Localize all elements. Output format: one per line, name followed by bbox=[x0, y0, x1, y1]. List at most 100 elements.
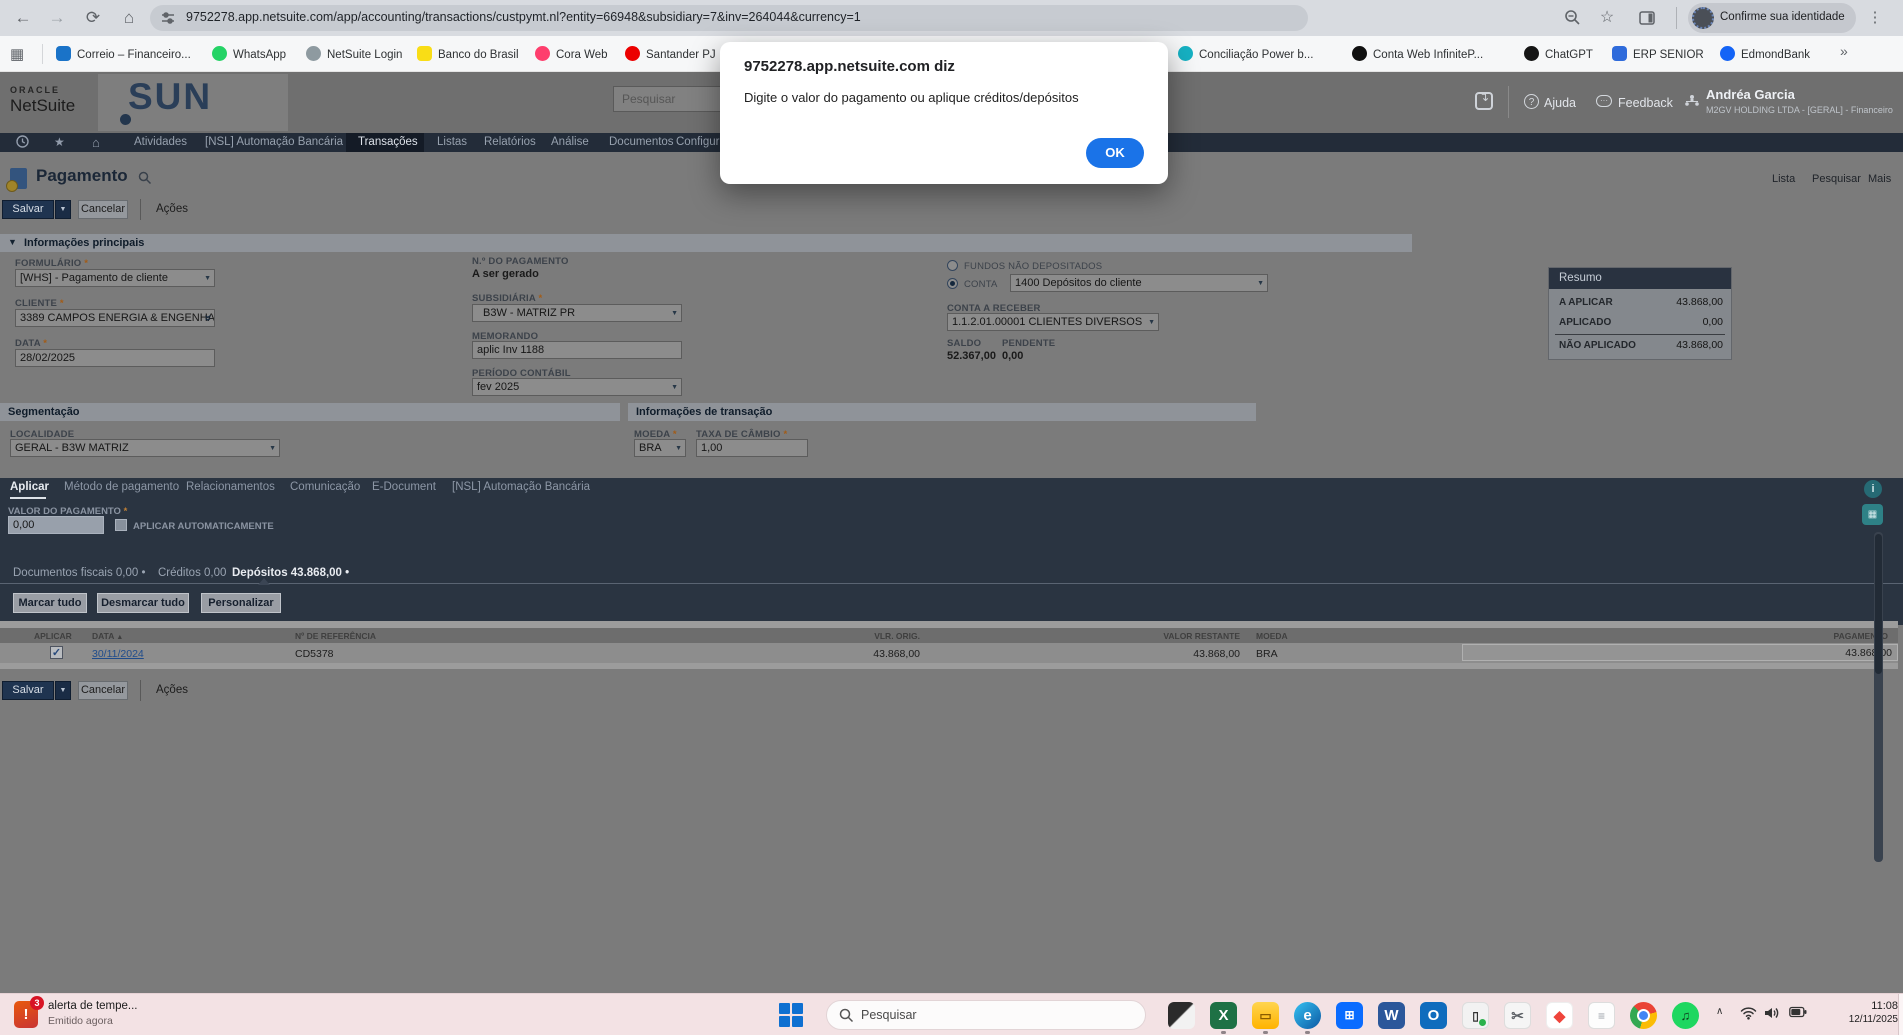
desmarcar-tudo-button[interactable]: Desmarcar tudo bbox=[97, 593, 189, 613]
show-desktop-strip[interactable] bbox=[1898, 994, 1903, 1035]
zoom-icon[interactable] bbox=[1560, 5, 1586, 31]
tray-chevron-icon[interactable]: ∧ bbox=[1716, 1006, 1723, 1017]
feedback-icon[interactable]: ··· bbox=[1596, 95, 1612, 107]
memorando-input[interactable]: aplic Inv 1188 bbox=[472, 341, 682, 359]
start-button[interactable] bbox=[778, 1002, 804, 1028]
ms-store-icon[interactable]: ⊞ bbox=[1336, 1002, 1363, 1029]
address-bar[interactable]: 9752278.app.netsuite.com/app/accounting/… bbox=[150, 5, 1308, 31]
cliente-select[interactable]: 3389 CAMPOS ENERGIA & ENGENHARIA L» bbox=[15, 309, 215, 327]
nav-item-documentos[interactable]: Documentos bbox=[609, 136, 674, 148]
bookmark-santander[interactable]: Santander PJ bbox=[625, 45, 716, 63]
side-panel-icon[interactable] bbox=[1634, 5, 1660, 31]
reload-icon[interactable]: ⟳ bbox=[80, 5, 106, 31]
tab-nsl-automacao-bancaria[interactable]: [NSL] Automação Bancária bbox=[452, 481, 590, 493]
user-name[interactable]: Andréa Garcia bbox=[1706, 87, 1795, 102]
snipping-tool-icon[interactable]: ✂ bbox=[1504, 1002, 1531, 1029]
info-circle-icon[interactable]: i bbox=[1864, 480, 1882, 498]
edge-icon[interactable]: e bbox=[1294, 1002, 1321, 1029]
title-search-icon[interactable] bbox=[138, 171, 152, 185]
nav-item-atividades[interactable]: Atividades bbox=[134, 136, 187, 148]
nav-item-listas[interactable]: Listas bbox=[437, 136, 467, 148]
subtab-documentos-fiscais[interactable]: Documentos fiscais 0,00 • bbox=[13, 567, 146, 579]
valor-pagamento-input[interactable]: 0,00 bbox=[8, 516, 104, 534]
conta-select[interactable]: 1400 Depósitos do cliente▼ bbox=[1010, 274, 1268, 292]
bookmarks-overflow-icon[interactable]: » bbox=[1840, 43, 1848, 59]
page-export-icon[interactable] bbox=[1475, 92, 1493, 110]
cancel-button-bottom[interactable]: Cancelar bbox=[78, 681, 128, 700]
save-button-bottom[interactable]: Salvar bbox=[2, 681, 54, 700]
tab-relacionamentos[interactable]: Relacionamentos bbox=[186, 481, 275, 493]
save-dropdown-icon[interactable]: ▼ bbox=[55, 200, 71, 219]
notification-title[interactable]: alerta de tempe... bbox=[48, 1000, 138, 1012]
col-valor-restante[interactable]: VALOR RESTANTE bbox=[1160, 631, 1240, 641]
bookmark-conciliacao[interactable]: Conciliação Power b... bbox=[1178, 45, 1313, 63]
localidade-select[interactable]: GERAL - B3W MATRIZ▼ bbox=[10, 439, 280, 457]
file-explorer-icon[interactable]: ▭ bbox=[1252, 1002, 1279, 1029]
actions-menu[interactable]: Ações bbox=[156, 203, 188, 215]
bookmark-cora-web[interactable]: Cora Web bbox=[535, 45, 608, 63]
col-referencia[interactable]: Nº DE REFERÊNCIA bbox=[295, 631, 376, 641]
help-link[interactable]: Ajuda bbox=[1544, 96, 1576, 110]
excel-icon[interactable]: X bbox=[1210, 1002, 1237, 1029]
row-data-link[interactable]: 30/11/2024 bbox=[92, 648, 144, 660]
notepad-icon[interactable]: ≡ bbox=[1588, 1002, 1615, 1029]
nav-item-analise[interactable]: Análise bbox=[551, 136, 589, 148]
bookmark-whatsapp[interactable]: WhatsApp bbox=[212, 45, 286, 63]
data-input[interactable]: 28/02/2025 bbox=[15, 349, 215, 367]
row-pagamento-input[interactable]: 43.868,00 bbox=[1462, 644, 1898, 661]
spotify-icon[interactable]: ♫ bbox=[1672, 1002, 1699, 1029]
browser-menu-icon[interactable]: ⋮ bbox=[1862, 5, 1888, 31]
periodo-contabil-select[interactable]: fev 2025▼ bbox=[472, 378, 682, 396]
subtab-depositos[interactable]: Depósitos 43.868,00 • bbox=[232, 567, 349, 579]
col-data[interactable]: DATA ▲ bbox=[92, 631, 123, 641]
tab-comunicacao[interactable]: Comunicação bbox=[290, 481, 360, 493]
nav-item-relatorios[interactable]: Relatórios bbox=[484, 136, 536, 148]
bookmark-edmondbank[interactable]: EdmondBank bbox=[1720, 45, 1810, 63]
save-button[interactable]: Salvar bbox=[2, 200, 54, 219]
subtab-creditos[interactable]: Créditos 0,00 bbox=[158, 567, 226, 579]
help-icon[interactable]: ? bbox=[1524, 94, 1539, 109]
bookmark-banco-do-brasil[interactable]: Banco do Brasil bbox=[417, 45, 519, 63]
task-view-icon[interactable] bbox=[1168, 1002, 1195, 1029]
wifi-icon[interactable] bbox=[1740, 1006, 1757, 1020]
page-scrollbar[interactable] bbox=[1874, 532, 1883, 862]
back-icon[interactable]: ← bbox=[10, 5, 36, 31]
tab-aplicar[interactable]: Aplicar bbox=[10, 481, 49, 493]
taxa-cambio-input[interactable]: 1,00 bbox=[696, 439, 808, 457]
personalizar-button[interactable]: Personalizar bbox=[201, 593, 281, 613]
nav-home-icon[interactable]: ⌂ bbox=[92, 135, 100, 150]
recent-records-icon[interactable] bbox=[16, 135, 29, 148]
bookmark-netsuite-login[interactable]: NetSuite Login bbox=[306, 45, 402, 63]
bookmark-infinitepay[interactable]: Conta Web InfiniteP... bbox=[1352, 45, 1483, 63]
outlook-icon[interactable]: O bbox=[1420, 1002, 1447, 1029]
formulario-select[interactable]: [WHS] - Pagamento de cliente▼ bbox=[15, 269, 215, 287]
link-lista[interactable]: Lista bbox=[1772, 173, 1795, 185]
tab-metodo-pagamento[interactable]: Método de pagamento bbox=[64, 481, 179, 493]
conta-radio[interactable] bbox=[947, 278, 958, 289]
save-dropdown-icon[interactable]: ▼ bbox=[55, 681, 71, 700]
phone-link-icon[interactable]: ▯ bbox=[1462, 1002, 1489, 1029]
quick-panel-grid-icon[interactable]: ▦ bbox=[1862, 504, 1883, 525]
conta-receber-select[interactable]: 1.1.2.01.00001 CLIENTES DIVERSOS▼ bbox=[947, 313, 1159, 331]
home-icon[interactable]: ⌂ bbox=[116, 5, 142, 31]
anydesk-icon[interactable]: ◆ bbox=[1546, 1002, 1573, 1029]
chrome-icon[interactable] bbox=[1630, 1002, 1657, 1029]
moeda-select[interactable]: BRA▼ bbox=[634, 439, 686, 457]
actions-menu-bottom[interactable]: Ações bbox=[156, 684, 188, 696]
link-pesquisar[interactable]: Pesquisar bbox=[1812, 173, 1861, 185]
col-moeda[interactable]: MOEDA bbox=[1256, 631, 1288, 641]
battery-icon[interactable] bbox=[1789, 1006, 1807, 1018]
col-vlr-orig[interactable]: VLR. ORIG. bbox=[860, 631, 920, 641]
cancel-button[interactable]: Cancelar bbox=[78, 200, 128, 219]
bookmark-erp-senior[interactable]: ERP SENIOR bbox=[1612, 45, 1704, 63]
bookmark-chatgpt[interactable]: ChatGPT bbox=[1524, 45, 1593, 63]
profile-chip[interactable]: Confirme sua identidade bbox=[1688, 3, 1856, 33]
dialog-ok-button[interactable]: OK bbox=[1086, 138, 1144, 168]
word-icon[interactable]: W bbox=[1378, 1002, 1405, 1029]
volume-icon[interactable] bbox=[1764, 1006, 1780, 1020]
aplicar-automaticamente-checkbox[interactable] bbox=[115, 519, 127, 531]
site-info-icon[interactable] bbox=[160, 10, 176, 26]
fundos-nao-depositados-radio[interactable] bbox=[947, 260, 958, 271]
nav-item-nsl-automacao[interactable]: [NSL] Automação Bancária bbox=[205, 136, 343, 148]
shortcuts-star-icon[interactable]: ★ bbox=[54, 135, 65, 149]
